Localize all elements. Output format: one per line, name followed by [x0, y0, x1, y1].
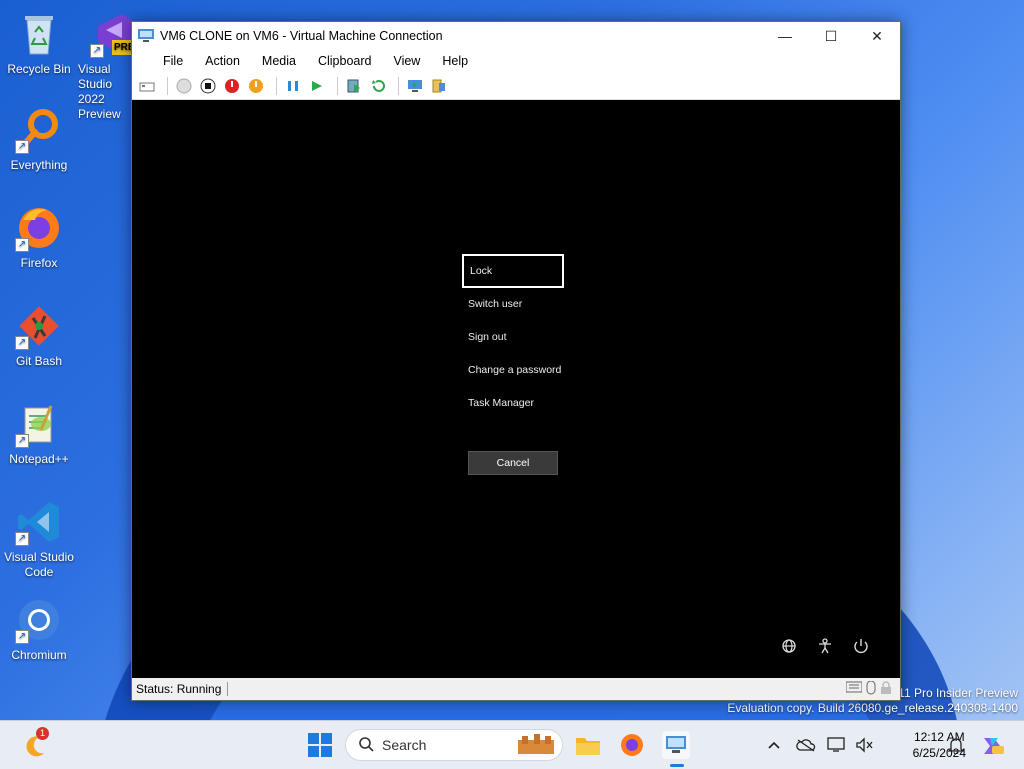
- toolbar-separator: [167, 76, 168, 95]
- start-button[interactable]: [306, 731, 334, 759]
- menu-clipboard[interactable]: Clipboard: [318, 54, 372, 68]
- chromium-icon: ↗: [15, 596, 63, 644]
- chevron-up-icon[interactable]: [760, 731, 788, 759]
- speaker-muted-icon[interactable]: [850, 731, 878, 759]
- security-option-switch-user[interactable]: Switch user: [462, 287, 564, 321]
- window-title: VM6 CLONE on VM6 - Virtual Machine Conne…: [160, 29, 443, 43]
- menu-file[interactable]: File: [163, 54, 183, 68]
- ctrl-alt-del-icon[interactable]: [137, 76, 157, 96]
- security-option-lock[interactable]: Lock: [462, 254, 564, 288]
- desktop-icon-notepad-plus-plus[interactable]: ↗ Notepad++: [0, 400, 78, 467]
- shortcut-arrow-icon: ↗: [15, 630, 29, 644]
- status-bar: Status: Running: [132, 678, 900, 700]
- menu-bar: File Action Media Clipboard View Help: [132, 50, 900, 72]
- cancel-button[interactable]: Cancel: [468, 451, 558, 475]
- shut-down-icon[interactable]: [222, 76, 242, 96]
- desktop-icon-vscode[interactable]: ↗ Visual Studio Code: [0, 498, 78, 580]
- shortcut-arrow-icon: ↗: [15, 434, 29, 448]
- pause-icon[interactable]: [283, 76, 303, 96]
- notification-count-badge: 1: [36, 727, 49, 740]
- vm-screen[interactable]: Lock Switch user Sign out Change a passw…: [132, 101, 900, 677]
- toolbar-separator: [398, 76, 399, 95]
- toolbar-separator: [337, 76, 338, 95]
- shortcut-arrow-icon: ↗: [15, 336, 29, 350]
- enhanced-session-icon[interactable]: [405, 76, 425, 96]
- desktop-icon-git-bash[interactable]: ↗ Git Bash: [0, 302, 78, 369]
- desktop-icon-label: Firefox: [20, 256, 58, 270]
- vm-connection-window: VM6 CLONE on VM6 - Virtual Machine Conne…: [131, 21, 901, 701]
- desktop-icon-firefox[interactable]: ↗ Firefox: [0, 204, 78, 271]
- turn-off-icon[interactable]: [198, 76, 218, 96]
- notification-bell-icon[interactable]: [942, 731, 970, 759]
- desktop-icon-label: Recycle Bin: [7, 62, 71, 76]
- lock-icon: [880, 680, 892, 698]
- desktop-icon-recycle-bin[interactable]: Recycle Bin: [0, 10, 78, 77]
- desktop-icon-label: Git Bash: [15, 354, 63, 368]
- save-icon[interactable]: [246, 76, 266, 96]
- desktop-icon-label: Everything: [10, 158, 68, 172]
- toolbar: [132, 72, 900, 100]
- search-placeholder: Search: [382, 737, 427, 753]
- network-icon[interactable]: [780, 637, 798, 655]
- firefox-icon: ↗: [15, 204, 63, 252]
- desktop-icon-label: Chromium: [11, 648, 67, 662]
- vm-connection-taskbar-icon[interactable]: [662, 731, 690, 767]
- firefox-taskbar-icon[interactable]: [618, 731, 646, 759]
- shortcut-arrow-icon: ↗: [15, 238, 29, 252]
- resume-icon[interactable]: [307, 76, 327, 96]
- checkpoint-icon[interactable]: [344, 76, 364, 96]
- security-option-change-password[interactable]: Change a password: [462, 353, 564, 387]
- mouse-icon: [866, 680, 876, 698]
- taskbar: 1 Search 12:12 AM 6/25/2024: [0, 720, 1024, 769]
- title-bar[interactable]: VM6 CLONE on VM6 - Virtual Machine Conne…: [132, 22, 900, 50]
- file-explorer-icon[interactable]: [574, 731, 602, 759]
- search-highlight-icon: [516, 732, 556, 759]
- desktop-icon-label: Visual Studio Code: [4, 550, 74, 579]
- menu-media[interactable]: Media: [262, 54, 296, 68]
- security-option-task-manager[interactable]: Task Manager: [462, 386, 564, 420]
- toolbar-separator: [276, 76, 277, 95]
- git-bash-icon: ↗: [15, 302, 63, 350]
- notepad-plus-plus-icon: ↗: [15, 400, 63, 448]
- copilot-icon[interactable]: [978, 731, 1006, 759]
- shortcut-arrow-icon: ↗: [15, 140, 29, 154]
- recycle-bin-icon: [15, 10, 63, 58]
- start-icon[interactable]: [174, 76, 194, 96]
- active-indicator: [670, 764, 684, 767]
- search-icon: [358, 736, 374, 755]
- taskbar-search-box[interactable]: Search: [345, 729, 563, 761]
- everything-icon: ↗: [15, 106, 63, 154]
- vm-status: Status: Running: [136, 682, 229, 696]
- desktop-icon-everything[interactable]: ↗ Everything: [0, 106, 78, 173]
- desktop-icon-visual-studio[interactable]: PRE ↗ Visual Studio 2022 Preview: [78, 10, 138, 122]
- desktop-icon-label: Notepad++: [9, 452, 69, 466]
- menu-help[interactable]: Help: [442, 54, 468, 68]
- shortcut-arrow-icon: ↗: [90, 44, 104, 58]
- share-icon[interactable]: [429, 76, 449, 96]
- accessibility-icon[interactable]: [816, 637, 834, 655]
- shortcut-arrow-icon: ↗: [15, 532, 29, 546]
- keyboard-icon: [845, 681, 863, 698]
- weather-widget-icon[interactable]: 1: [20, 727, 49, 759]
- desktop-icon-label: Visual Studio 2022 Preview: [78, 62, 121, 121]
- power-icon[interactable]: [852, 637, 870, 655]
- menu-view[interactable]: View: [393, 54, 420, 68]
- vm-connection-app-icon: [138, 29, 154, 43]
- close-button[interactable]: ✕: [854, 22, 900, 50]
- minimize-button[interactable]: —: [762, 22, 808, 50]
- security-option-sign-out[interactable]: Sign out: [462, 320, 564, 354]
- onedrive-offline-icon[interactable]: [792, 731, 820, 759]
- menu-action[interactable]: Action: [205, 54, 240, 68]
- revert-icon[interactable]: [368, 76, 388, 96]
- desktop-icon-chromium[interactable]: ↗ Chromium: [0, 596, 78, 663]
- watermark-build: Evaluation copy. Build 26080.ge_release.…: [727, 701, 1018, 715]
- display-icon[interactable]: [822, 731, 850, 759]
- maximize-button[interactable]: ☐: [808, 22, 854, 50]
- vscode-icon: ↗: [15, 498, 63, 546]
